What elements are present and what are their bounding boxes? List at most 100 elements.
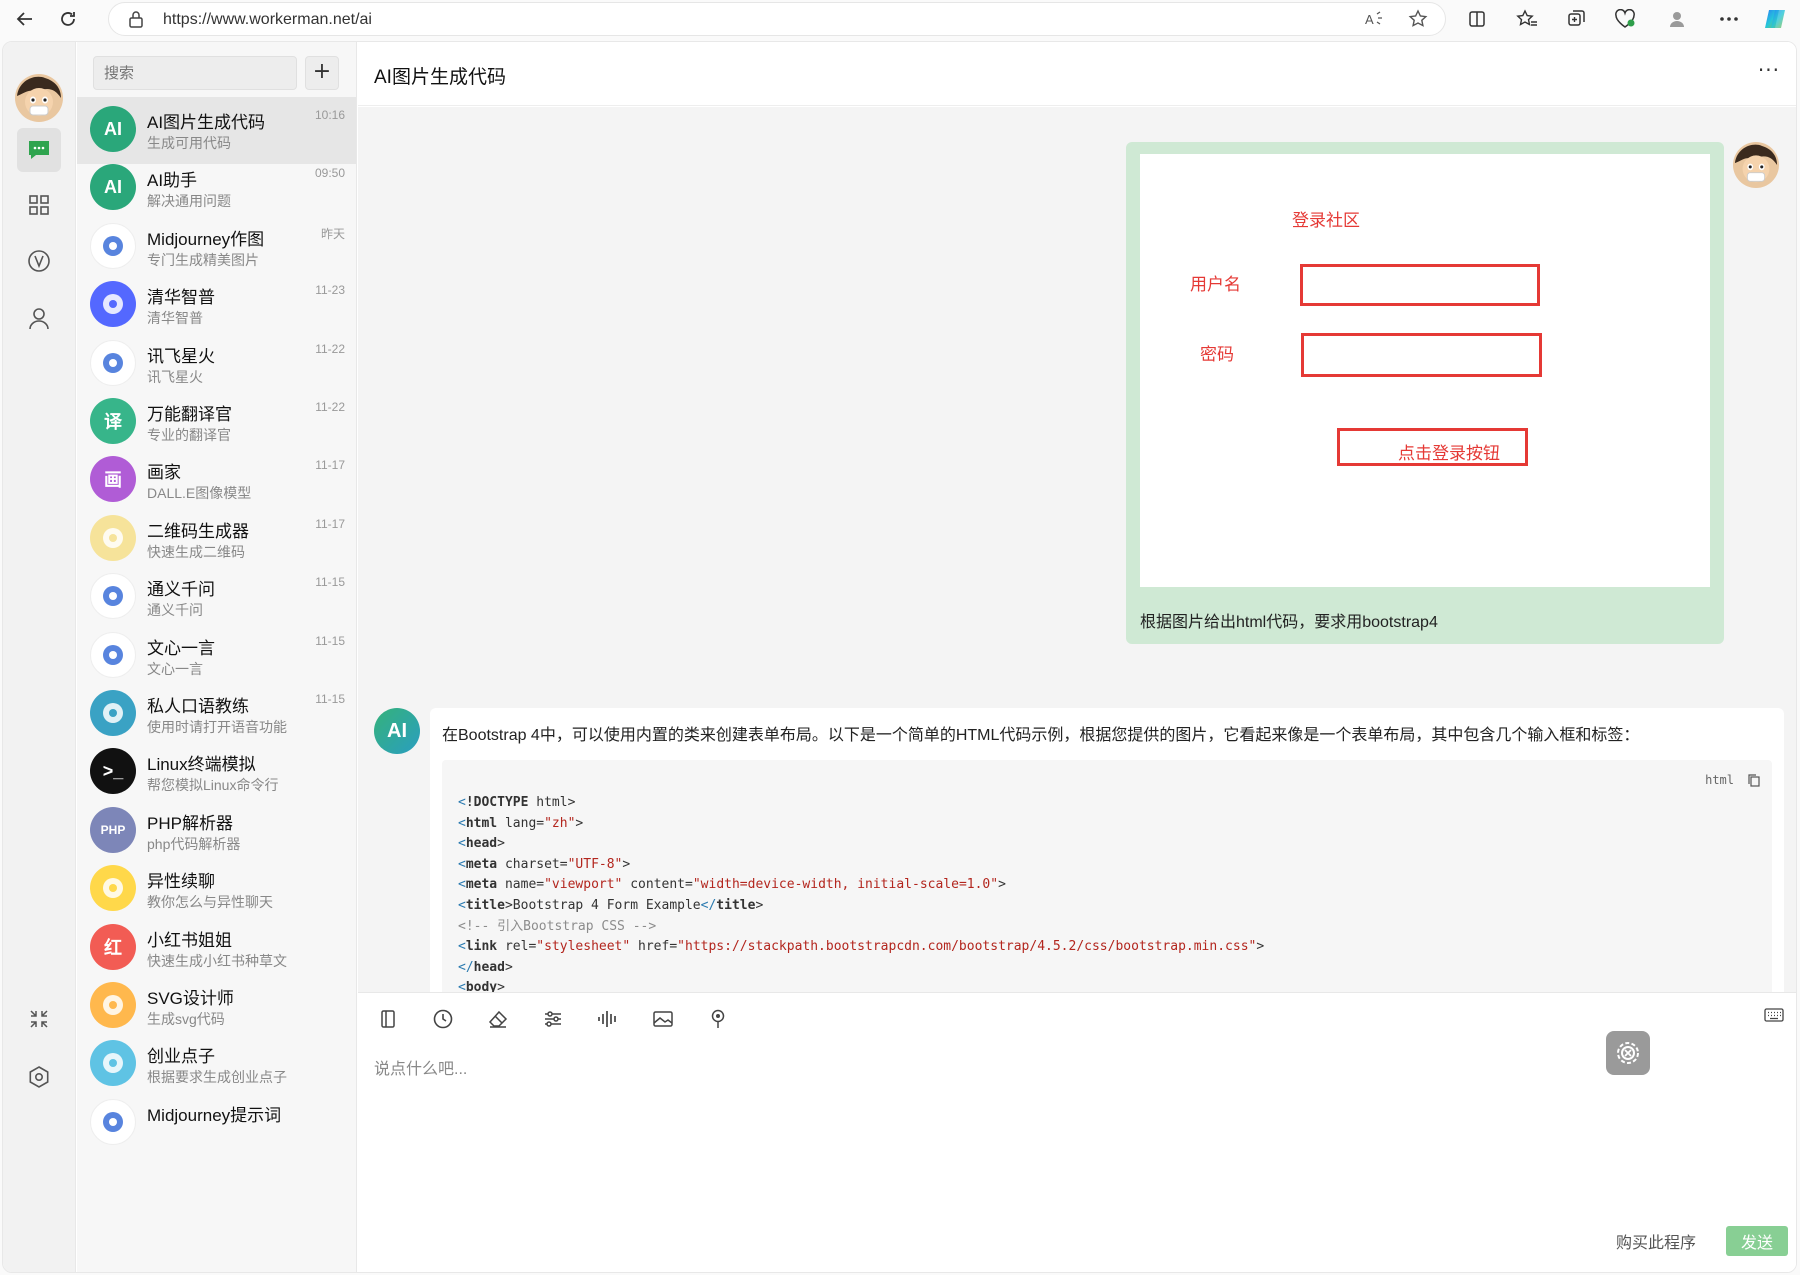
image-login-button-label: 点击登录按钮 [1398, 444, 1500, 463]
notebook-icon[interactable] [374, 1005, 402, 1033]
search-box[interactable] [93, 56, 297, 90]
profile-icon[interactable] [1664, 6, 1690, 32]
conversation-item[interactable]: SVG设计师 生成svg代码 [77, 973, 356, 1040]
browser-toolbar: https://www.workerman.net/ai A [0, 0, 1800, 38]
conversation-avatar [90, 690, 136, 736]
conversation-time: 11-15 [315, 692, 345, 706]
add-conversation-button[interactable]: + [305, 56, 339, 90]
image-username-label: 用户名 [1190, 275, 1241, 294]
ai-message-text: 在Bootstrap 4中，可以使用内置的类来创建表单布局。以下是一个简单的HT… [442, 727, 1640, 744]
conversation-item[interactable]: PHP PHP解析器 php代码解析器 [77, 798, 356, 865]
history-clock-icon[interactable] [429, 1005, 457, 1033]
conversation-time: 11-22 [315, 341, 345, 356]
conversation-avatar: AI [90, 106, 136, 152]
buy-program-link[interactable]: 购买此程序 [1616, 1229, 1696, 1253]
apps-grid-icon[interactable] [17, 183, 61, 227]
copy-icon[interactable] [1748, 772, 1760, 791]
ai-avatar: AI [374, 708, 420, 754]
conversation-avatar [90, 631, 136, 678]
conversation-item[interactable]: >_ Linux终端模拟 帮您模拟Linux命令行 [77, 739, 356, 806]
conversation-item[interactable]: 讯飞星火 讯飞星火 11-22 [77, 331, 356, 398]
split-screen-icon[interactable] [1464, 6, 1490, 32]
conversation-item[interactable]: 私人口语教练 使用时请打开语音功能 11-15 [77, 681, 356, 748]
ai-message-bubble: 在Bootstrap 4中，可以使用内置的类来创建表单布局。以下是一个简单的HT… [430, 708, 1784, 992]
image-password-label: 密码 [1200, 345, 1234, 364]
conversation-name: 文心一言 [147, 638, 215, 658]
conversation-avatar [90, 865, 136, 912]
message-composer: 说点什么吧... 购买此程序 发送 [358, 992, 1796, 1272]
eraser-icon[interactable] [484, 1005, 512, 1033]
image-password-box [1301, 333, 1542, 377]
conversation-time: 昨天 [320, 226, 345, 241]
conversation-item[interactable]: 创业点子 根据要求生成创业点子 [77, 1031, 356, 1098]
chat-title: AI图片生成代码 [374, 67, 506, 88]
image-upload-icon[interactable] [649, 1005, 677, 1033]
avatar-text: AI [104, 118, 122, 139]
message-area[interactable]: 登录社区 用户名 密码 点击登录按钮 根据图片给出html代码，要求用boots… [358, 107, 1796, 992]
conversation-avatar [90, 514, 136, 561]
chat-panel: AI图片生成代码 ··· 登录社区 用户名 密码 点击登录按钮 根据图片给出ht… [358, 42, 1796, 1272]
conversation-name: Linux终端模拟 [147, 755, 256, 775]
conversation-item[interactable]: Midjourney作图 专门生成精美图片 昨天 [77, 214, 356, 281]
conversation-item[interactable]: AI AI助手 解决通用问题 09:50 [77, 155, 356, 222]
conversation-subtitle: 使用时请打开语音功能 [147, 719, 287, 735]
collapse-icon[interactable] [17, 997, 61, 1041]
address-bar[interactable]: https://www.workerman.net/ai A [108, 2, 1446, 36]
url-text[interactable]: https://www.workerman.net/ai [163, 11, 372, 29]
more-menu-icon[interactable] [1716, 6, 1742, 32]
user-avatar[interactable] [15, 74, 63, 122]
conversation-item[interactable]: 红 小红书姐姐 快速生成小红书种草文 [77, 915, 356, 982]
location-pin-icon[interactable] [704, 1005, 732, 1033]
conversation-time: 11-15 [315, 575, 345, 590]
favorite-star-icon[interactable] [1405, 6, 1431, 32]
conversation-item[interactable]: 二维码生成器 快速生成二维码 11-17 [77, 506, 356, 573]
conversation-time: 11-17 [315, 516, 345, 531]
uploaded-image[interactable]: 登录社区 用户名 密码 点击登录按钮 [1140, 154, 1710, 587]
collections-icon[interactable] [1563, 6, 1589, 32]
conversation-item[interactable]: 异性续聊 教你怎么与异性聊天 [77, 856, 356, 923]
copilot-icon[interactable] [1762, 6, 1788, 32]
avatar-text: 画 [104, 470, 122, 491]
search-input[interactable] [94, 57, 296, 89]
floating-settings-button[interactable] [1606, 1031, 1650, 1075]
send-button[interactable]: 发送 [1726, 1226, 1788, 1256]
vip-icon[interactable] [17, 239, 61, 283]
conversation-item[interactable]: 通义千问 通义千问 11-15 [77, 564, 356, 631]
avatar-text: 译 [104, 412, 122, 432]
conversation-subtitle: 帮您模拟Linux命令行 [147, 777, 279, 794]
svg-text:A: A [1365, 12, 1374, 27]
conversation-name: 清华智普 [147, 288, 215, 308]
message-input[interactable]: 说点什么吧... [374, 1055, 467, 1079]
keyboard-icon[interactable] [1764, 1007, 1784, 1026]
chat-more-button[interactable]: ··· [1758, 58, 1780, 82]
sliders-icon[interactable] [539, 1005, 567, 1033]
conversation-item[interactable]: Midjourney提示词 [77, 1090, 356, 1157]
code-line: <!-- 引入Bootstrap CSS --> [458, 918, 657, 934]
read-aloud-icon[interactable]: A [1361, 6, 1387, 32]
conversation-time: 09:50 [314, 166, 345, 181]
conversation-subtitle: 快速生成小红书种草文 [147, 952, 287, 969]
back-icon[interactable] [12, 6, 38, 32]
conversation-list: + AI AI图片生成代码生成可用代码 10:16 AI AI助手解决通用问题 09:50… [77, 42, 357, 1272]
conversation-subtitle: 讯飞星火 [147, 368, 203, 385]
conversation-avatar: 红 [90, 923, 136, 970]
avatar-text: PHP [100, 822, 126, 837]
conversation-time: 11-17 [315, 458, 345, 473]
favorites-icon[interactable] [1514, 6, 1540, 32]
conversation-item[interactable]: 译 万能翻译官 专业的翻译官 11-22 [77, 389, 356, 456]
code-line: <!DOCTYPE html> [458, 795, 576, 810]
conversation-subtitle: 解决通用问题 [147, 193, 231, 210]
lock-icon[interactable] [123, 6, 149, 32]
code-line: <title>Bootstrap 4 Form Example</title> [458, 897, 764, 913]
conversation-item[interactable]: 文心一言 文心一言 11-15 [77, 623, 356, 690]
chat-nav-icon[interactable] [17, 128, 61, 172]
settings-hex-icon[interactable] [17, 1055, 61, 1099]
code-content[interactable]: <!DOCTYPE html> <html lang="zh"> <head> <me… [458, 793, 1264, 992]
user-profile-icon[interactable] [17, 296, 61, 340]
voice-wave-icon[interactable] [594, 1005, 622, 1033]
conversation-item[interactable]: 画 画家 DALL.E图像模型 11-17 [77, 447, 356, 514]
browser-essentials-icon[interactable] [1612, 6, 1638, 32]
refresh-icon[interactable] [55, 6, 81, 32]
conversation-item[interactable]: AI AI图片生成代码 生成可用代码 10:16 [77, 97, 356, 164]
conversation-item[interactable]: 清华智普 清华智普 11-23 [77, 272, 356, 339]
